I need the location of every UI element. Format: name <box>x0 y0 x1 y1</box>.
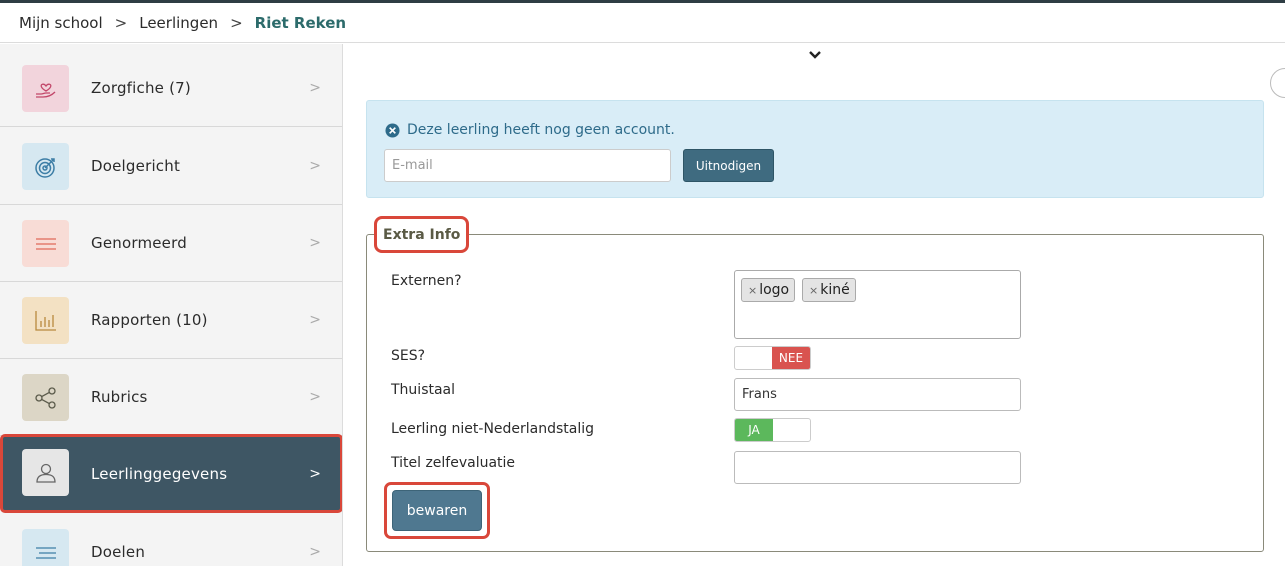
save-highlight: bewaren <box>384 482 490 539</box>
account-alert: Deze leerling heeft nog geen account. Ui… <box>366 100 1264 198</box>
titel-zelfevaluatie-label: Titel zelfevaluatie <box>391 455 516 471</box>
sidebar-item-label: Leerlinggegevens <box>91 464 228 483</box>
sidebar-item-label: Doelgericht <box>91 157 181 175</box>
remove-tag-icon[interactable]: × <box>809 284 818 297</box>
tag-item: × logo <box>741 278 796 302</box>
sidebar-item-rubrics[interactable]: Rubrics > <box>0 359 342 436</box>
sidebar-item-genormeerd[interactable]: Genormeerd > <box>0 205 342 282</box>
alert-message: Deze leerling heeft nog geen account. <box>407 122 675 138</box>
chevron-down-icon[interactable] <box>807 48 823 62</box>
chevron-right-icon: > <box>309 389 321 405</box>
user-icon <box>22 449 69 496</box>
sidebar-item-count: (10) <box>176 311 208 329</box>
sidebar-item-label: Zorgfiche <box>91 79 165 97</box>
invite-button[interactable]: Uitnodigen <box>683 149 774 182</box>
extra-info-fieldset: Extra Info Externen? × logo × kiné SES? … <box>366 216 1264 552</box>
chevron-right-icon: > <box>309 235 321 251</box>
chevron-right-icon: > <box>309 465 321 482</box>
share-icon <box>22 374 69 421</box>
sidebar-item-doelgericht[interactable]: Doelgericht > <box>0 128 342 205</box>
fieldset-legend: Extra Info <box>374 216 470 253</box>
niet-nederlandstalig-toggle[interactable]: JA <box>734 418 811 442</box>
sidebar-item-label: Genormeerd <box>91 234 187 252</box>
toggle-state: JA <box>735 419 773 441</box>
lines-icon <box>22 220 69 267</box>
breadcrumb-separator: > <box>230 13 243 32</box>
align-icon <box>22 529 69 566</box>
sidebar-item-count: (7) <box>169 79 191 97</box>
tag-item: × kiné <box>802 278 856 302</box>
sidebar-item-label: Rapporten <box>91 311 172 329</box>
sidebar-item-label: Rubrics <box>91 388 148 406</box>
sidebar-item-leerlinggegevens[interactable]: Leerlinggegevens > <box>0 434 342 513</box>
externen-label: Externen? <box>391 273 462 289</box>
main-content: Deze leerling heeft nog geen account. Ui… <box>344 44 1285 566</box>
side-toggle-button[interactable] <box>1270 68 1285 98</box>
chevron-right-icon: > <box>309 80 321 96</box>
toggle-state: NEE <box>772 347 810 369</box>
breadcrumb-item-school[interactable]: Mijn school <box>19 14 103 32</box>
sidebar-item-zorgfiche[interactable]: Zorgfiche (7) > <box>0 50 342 127</box>
externen-tag-input[interactable]: × logo × kiné <box>734 270 1021 339</box>
close-circle-icon <box>385 122 400 138</box>
ses-label: SES? <box>391 348 426 364</box>
save-button[interactable]: bewaren <box>392 490 482 531</box>
sidebar-item-label: Doelen <box>91 543 146 561</box>
chevron-right-icon: > <box>309 312 321 328</box>
niet-nederlandstalig-label: Leerling niet-Nederlandstalig <box>391 421 595 437</box>
remove-tag-icon[interactable]: × <box>748 284 757 297</box>
email-field[interactable] <box>384 149 671 182</box>
thuistaal-input[interactable] <box>734 378 1021 411</box>
sidebar-item-rapporten[interactable]: Rapporten (10) > <box>0 282 342 359</box>
target-icon <box>22 143 69 190</box>
tag-label: logo <box>759 282 790 298</box>
breadcrumb-item-leerlingen[interactable]: Leerlingen <box>139 14 218 32</box>
ses-toggle[interactable]: NEE <box>734 346 811 370</box>
chevron-right-icon: > <box>309 544 321 560</box>
thuistaal-label: Thuistaal <box>391 382 456 398</box>
breadcrumb-separator: > <box>114 13 128 32</box>
chevron-right-icon: > <box>309 158 321 174</box>
sidebar: Zorgfiche (7) > Doelgericht > Genormeerd… <box>0 44 343 566</box>
sidebar-item-doelen[interactable]: Doelen > <box>0 514 342 566</box>
tag-label: kiné <box>820 282 850 298</box>
breadcrumb-current: Riet Reken <box>254 13 347 32</box>
breadcrumb: Mijn school > Leerlingen > Riet Reken <box>0 3 1285 43</box>
hand-heart-icon <box>22 65 69 112</box>
bar-chart-icon <box>22 297 69 344</box>
titel-zelfevaluatie-input[interactable] <box>734 451 1021 484</box>
